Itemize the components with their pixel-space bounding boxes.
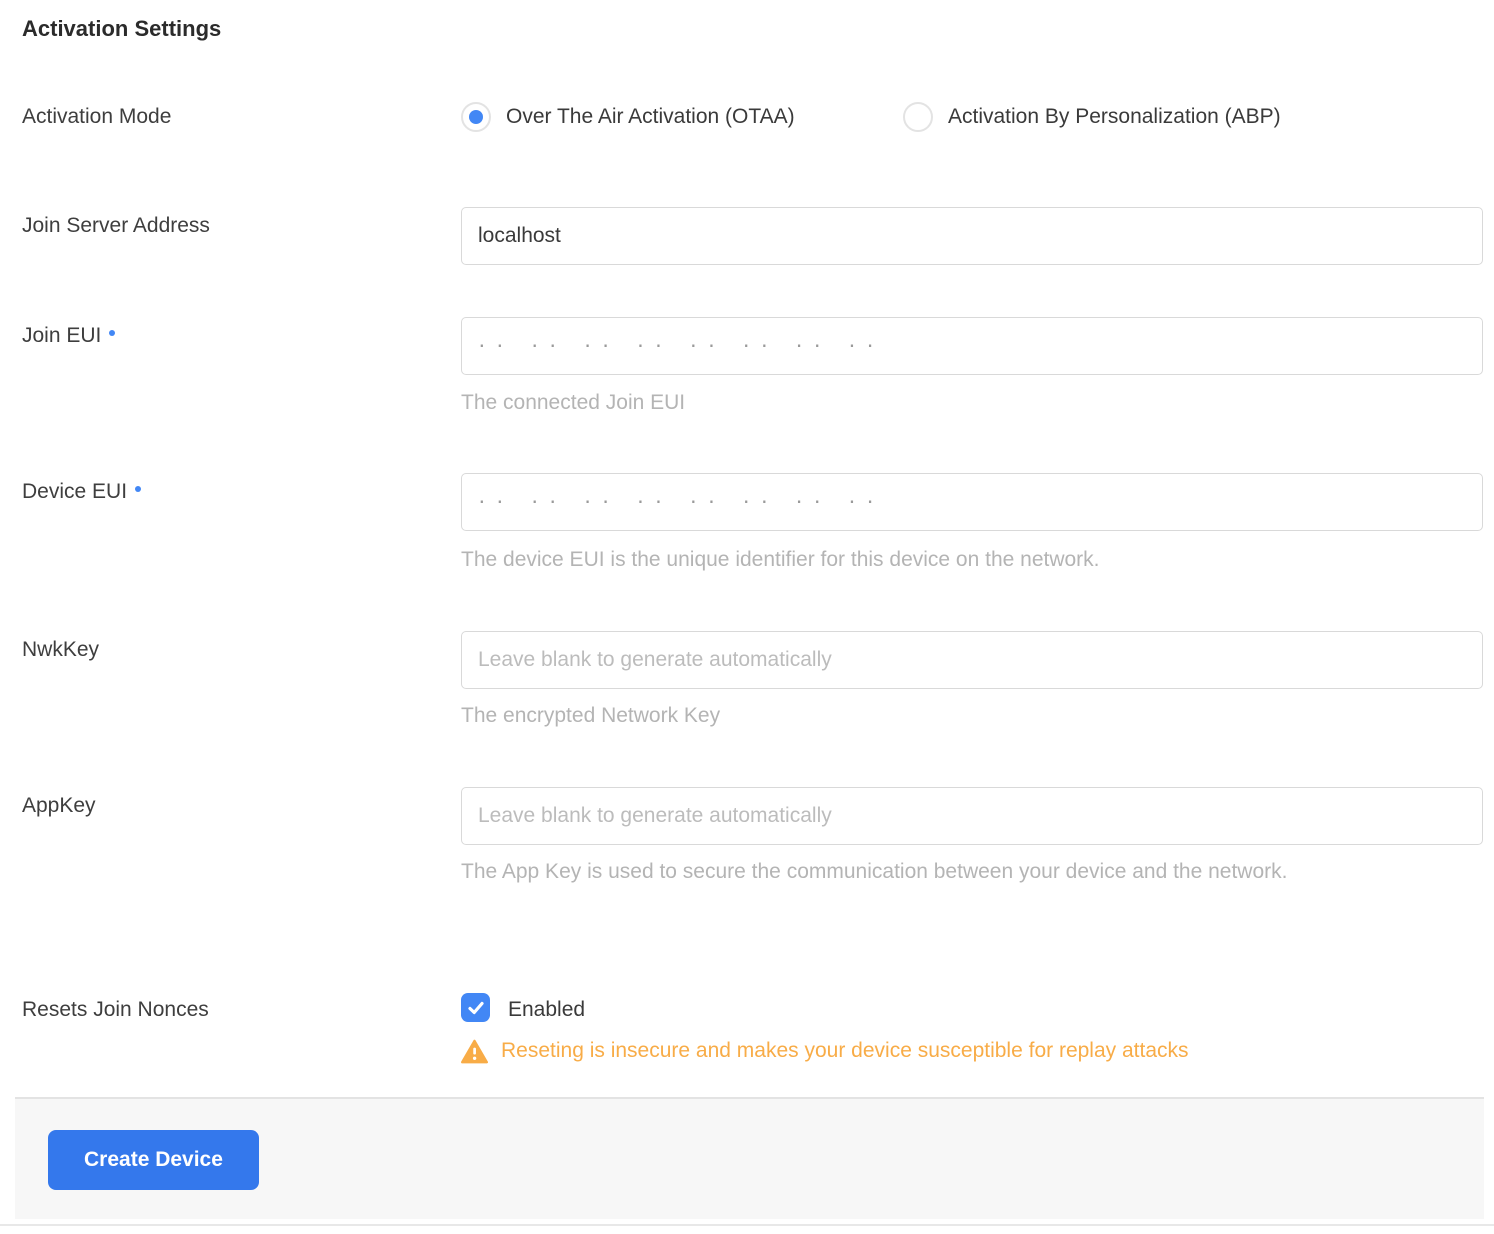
- warning-triangle-icon: [461, 1039, 488, 1063]
- radio-unchecked-icon[interactable]: [903, 102, 933, 132]
- field-label-join-eui: Join EUI: [22, 321, 116, 351]
- field-label-join-server-address: Join Server Address: [22, 214, 210, 237]
- warning-text: Reseting is insecure and makes your devi…: [501, 1039, 1189, 1062]
- warning-row: Reseting is insecure and makes your devi…: [461, 1037, 1189, 1065]
- create-device-button[interactable]: Create Device: [48, 1130, 259, 1190]
- nwkkey-input[interactable]: [461, 631, 1483, 689]
- radio-option-abp[interactable]: Activation By Personalization (ABP): [903, 100, 1281, 134]
- radio-option-otaa[interactable]: Over The Air Activation (OTAA): [461, 100, 795, 134]
- device-eui-help-text: The device EUI is the unique identifier …: [461, 548, 1100, 571]
- radio-label-abp[interactable]: Activation By Personalization (ABP): [948, 105, 1281, 129]
- radio-dot: [469, 110, 483, 124]
- nwkkey-help-text: The encrypted Network Key: [461, 704, 721, 727]
- radio-checked-icon[interactable]: [461, 102, 491, 132]
- required-indicator: [109, 330, 116, 337]
- field-label-resets-join-nonces: Resets Join Nonces: [22, 998, 209, 1021]
- bottom-divider: [0, 1224, 1494, 1226]
- device-eui-input[interactable]: [461, 473, 1483, 531]
- resets-join-nonces-checkbox-label[interactable]: Enabled: [508, 995, 585, 1024]
- join-eui-help-text: The connected Join EUI: [461, 391, 686, 414]
- field-label-activation-mode: Activation Mode: [22, 105, 172, 128]
- resets-join-nonces-checkbox[interactable]: [461, 993, 490, 1022]
- section-title: Activation Settings: [22, 16, 222, 41]
- field-label-device-eui-text: Device EUI: [22, 480, 128, 503]
- appkey-input[interactable]: [461, 787, 1483, 845]
- form-footer: Create Device: [15, 1097, 1484, 1219]
- checkmark-icon: [467, 1001, 484, 1014]
- field-label-device-eui: Device EUI: [22, 477, 142, 507]
- activation-mode-radio-group: Over The Air Activation (OTAA) Activatio…: [461, 100, 1461, 134]
- required-indicator: [135, 486, 142, 493]
- field-label-nwkkey: NwkKey: [22, 638, 100, 661]
- appkey-help-text: The App Key is used to secure the commun…: [461, 860, 1288, 883]
- field-label-join-eui-text: Join EUI: [22, 324, 102, 347]
- join-server-address-input[interactable]: [461, 207, 1483, 265]
- activation-settings-panel: Activation Settings Activation Mode Over…: [0, 0, 1494, 1234]
- radio-label-otaa[interactable]: Over The Air Activation (OTAA): [506, 105, 795, 129]
- field-label-appkey: AppKey: [22, 794, 96, 817]
- join-eui-input[interactable]: [461, 317, 1483, 375]
